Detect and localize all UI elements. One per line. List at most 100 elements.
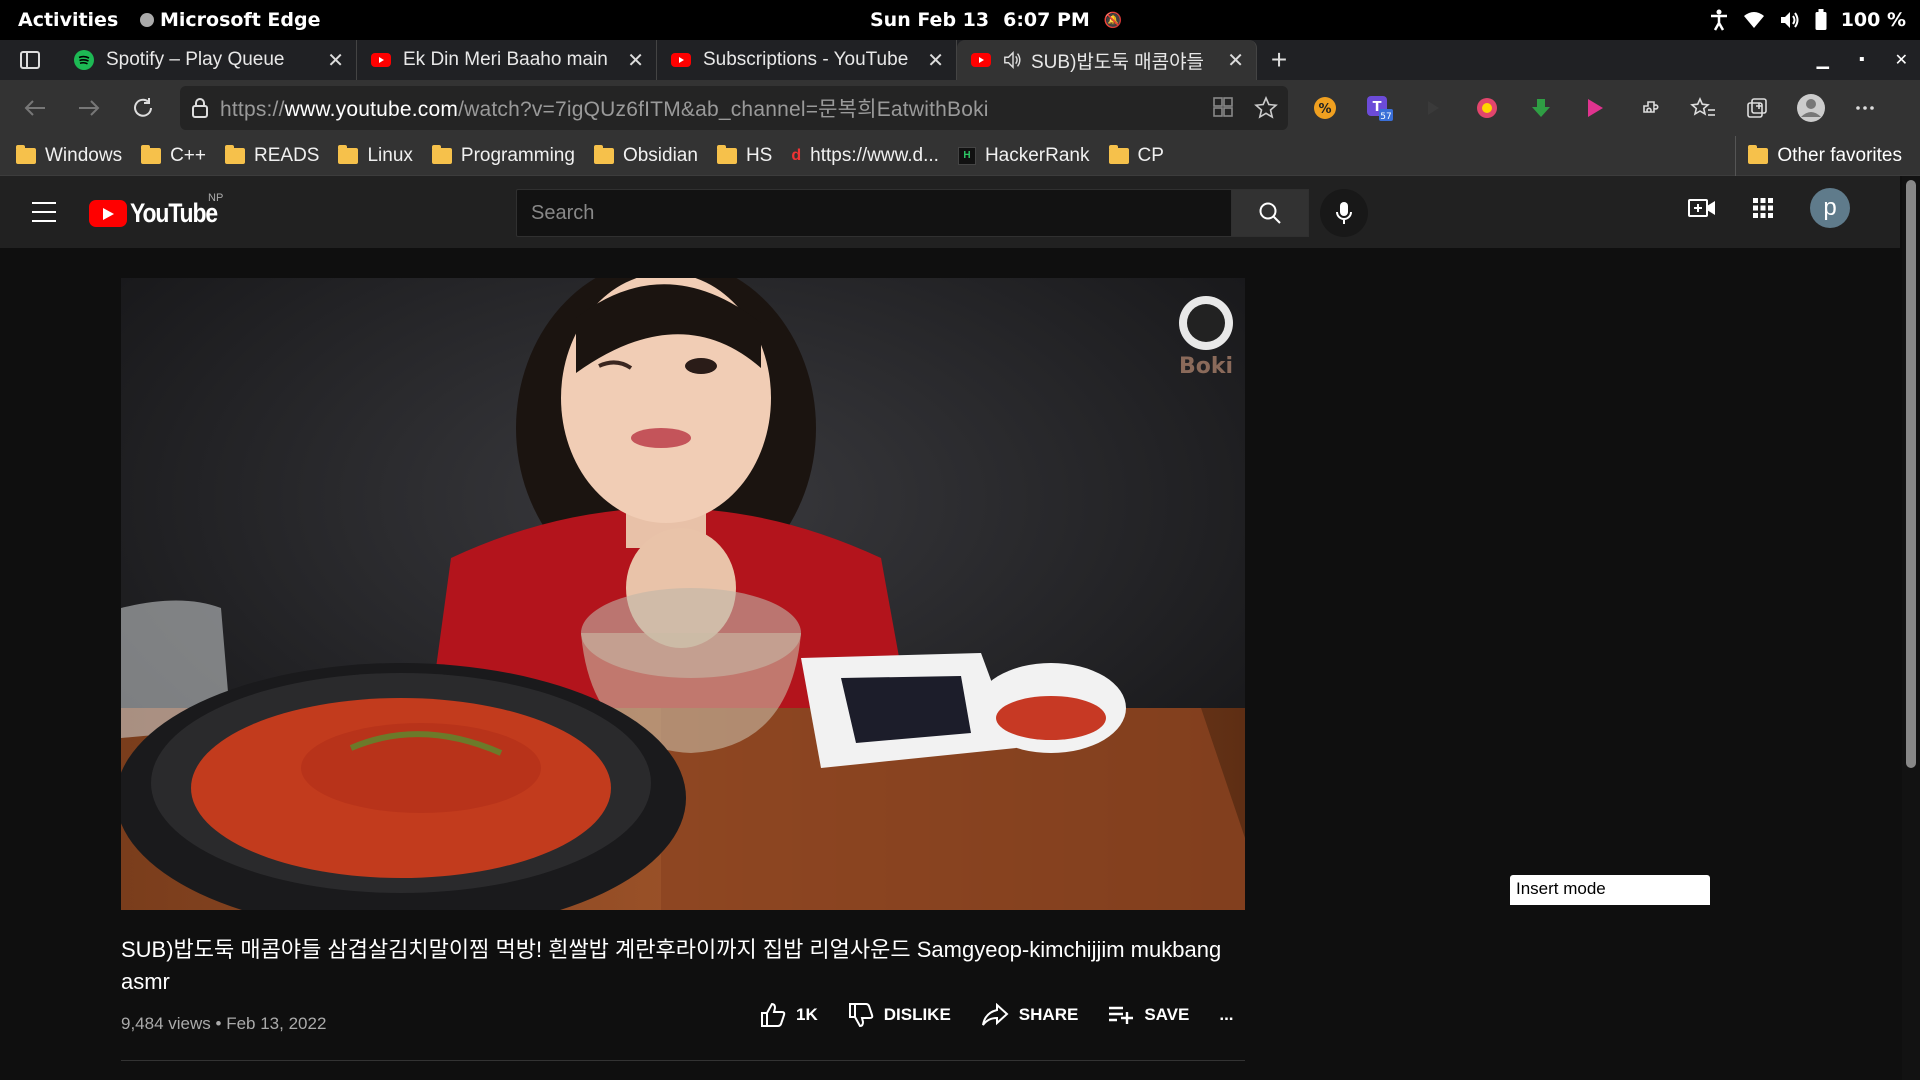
- favorite-folder-hs[interactable]: HS: [716, 144, 772, 167]
- search-icon: [1259, 202, 1281, 224]
- apps-grid-icon[interactable]: [1752, 197, 1774, 219]
- video-player[interactable]: Boki: [121, 278, 1245, 910]
- folder-icon: [1748, 145, 1769, 164]
- tab-title: Ek Din Meri Baaho main: [403, 49, 608, 70]
- search-input[interactable]: Search: [516, 189, 1232, 237]
- dislike-button[interactable]: DISLIKE: [848, 1002, 951, 1028]
- favorite-folder-linux[interactable]: Linux: [338, 144, 413, 167]
- app-name: Microsoft Edge: [160, 9, 321, 31]
- menu-icon[interactable]: [32, 202, 56, 229]
- thumbs-up-icon: [761, 1002, 786, 1027]
- folder-icon: [16, 144, 36, 164]
- tab-actions-button[interactable]: [0, 40, 60, 80]
- favorite-folder-programming[interactable]: Programming: [431, 144, 575, 167]
- hackerrank-icon: H: [957, 146, 976, 165]
- youtube-icon: [371, 50, 391, 70]
- app-menu[interactable]: Microsoft Edge: [140, 9, 321, 31]
- tab-title: Spotify – Play Queue: [106, 49, 285, 70]
- save-button[interactable]: SAVE: [1108, 1004, 1189, 1026]
- tab-spotify[interactable]: Spotify – Play Queue ✕: [60, 40, 357, 80]
- favorite-folder-obsidian[interactable]: Obsidian: [593, 144, 698, 167]
- clock-time: 6:07 PM: [1003, 9, 1090, 31]
- favorite-folder-cpp[interactable]: C++: [141, 144, 206, 167]
- tab-subscriptions[interactable]: Subscriptions - YouTube ✕: [657, 40, 957, 80]
- like-button[interactable]: 1K: [760, 1002, 818, 1028]
- page-scrollbar-track[interactable]: [1902, 176, 1920, 1080]
- youtube-header: YouTube NP Search p: [0, 176, 1900, 248]
- extension-pink-icon[interactable]: [1472, 93, 1502, 123]
- settings-more-icon[interactable]: [1850, 93, 1880, 123]
- svg-text:%: %: [1318, 102, 1331, 117]
- extension-purple-icon[interactable]: T 57: [1364, 93, 1394, 123]
- favorite-link-d[interactable]: d https://www.d...: [791, 145, 939, 167]
- tab-title: SUB)밥도둑 매콤야들: [1031, 51, 1205, 73]
- forward-button[interactable]: [62, 80, 116, 136]
- tab-actions-icon: [20, 51, 40, 69]
- extension-play-icon[interactable]: [1580, 93, 1610, 123]
- video-frame: Boki: [121, 278, 1245, 910]
- folder-icon: [225, 144, 245, 164]
- create-video-icon[interactable]: [1688, 197, 1716, 219]
- share-label: SHARE: [1018, 1005, 1079, 1024]
- more-actions-button[interactable]: ...: [1219, 1005, 1233, 1025]
- minimize-icon[interactable]: ▁: [1817, 50, 1829, 70]
- tab-close-icon[interactable]: ✕: [1227, 48, 1244, 73]
- link-favicon-icon: d: [791, 146, 802, 164]
- voice-search-button[interactable]: [1320, 189, 1368, 237]
- favorite-folder-cp[interactable]: CP: [1108, 144, 1164, 167]
- close-window-icon[interactable]: ✕: [1895, 50, 1908, 70]
- accessibility-icon[interactable]: [1709, 9, 1729, 31]
- other-favorites[interactable]: Other favorites: [1735, 136, 1902, 176]
- account-avatar[interactable]: p: [1810, 188, 1850, 228]
- battery-percent: 100 %: [1840, 9, 1906, 31]
- add-favorite-icon[interactable]: [1254, 96, 1278, 120]
- tab-audio-icon[interactable]: [1003, 50, 1023, 70]
- forward-arrow-icon: [79, 100, 100, 116]
- lock-icon[interactable]: [180, 98, 220, 118]
- activities-button[interactable]: Activities: [18, 9, 118, 31]
- app-available-icon[interactable]: [1212, 96, 1234, 118]
- page-scrollbar-thumb[interactable]: [1906, 180, 1916, 768]
- profile-icon[interactable]: [1796, 93, 1826, 123]
- refresh-button[interactable]: [116, 80, 170, 136]
- notifications-muted-icon: 🔕: [1103, 11, 1123, 29]
- tab-ek-din[interactable]: Ek Din Meri Baaho main ✕: [357, 40, 657, 80]
- extensions-icon[interactable]: [1634, 93, 1664, 123]
- tab-close-icon[interactable]: ✕: [927, 48, 944, 73]
- playlist-add-icon: [1109, 1006, 1134, 1024]
- edge-icon: [140, 13, 154, 27]
- search-button[interactable]: [1231, 189, 1309, 237]
- youtube-logo[interactable]: YouTube NP: [89, 192, 232, 229]
- clock[interactable]: Sun Feb 13 6:07 PM 🔕: [870, 9, 1123, 31]
- favorite-link-hackerrank[interactable]: H HackerRank: [957, 145, 1090, 167]
- like-count: 1K: [796, 1005, 818, 1024]
- extension-dim-icon[interactable]: [1418, 93, 1448, 123]
- back-button[interactable]: [8, 80, 62, 136]
- navigation-bar: https://www.youtube.com/watch?v=7igQUz6f…: [0, 80, 1920, 136]
- battery-icon[interactable]: [1815, 9, 1827, 31]
- wifi-icon[interactable]: [1743, 11, 1765, 29]
- tab-close-icon[interactable]: ✕: [627, 48, 644, 73]
- tab-active-video[interactable]: SUB)밥도둑 매콤야들 ✕: [957, 40, 1257, 80]
- system-tray[interactable]: 100 %: [1709, 9, 1906, 31]
- more-actions-icon: ...: [1219, 1005, 1234, 1024]
- tab-close-icon[interactable]: ✕: [327, 48, 344, 73]
- youtube-wordmark: YouTube: [130, 198, 218, 228]
- favorite-folder-windows[interactable]: Windows: [16, 144, 122, 167]
- new-tab-button[interactable]: +: [1257, 40, 1301, 80]
- favorites-icon[interactable]: [1688, 93, 1718, 123]
- address-bar[interactable]: https://www.youtube.com/watch?v=7igQUz6f…: [180, 86, 1288, 130]
- maximize-icon[interactable]: ▪: [1859, 51, 1865, 69]
- extensions-toolbar: % T 57: [1310, 80, 1880, 136]
- extension-download-icon[interactable]: [1526, 93, 1556, 123]
- favorite-folder-reads[interactable]: READS: [225, 144, 319, 167]
- collections-icon[interactable]: [1742, 93, 1772, 123]
- folder-icon: [1108, 144, 1129, 164]
- view-count: 9,484 views: [121, 1014, 211, 1033]
- header-actions: p: [1688, 188, 1850, 228]
- youtube-icon: [671, 50, 691, 70]
- save-label: SAVE: [1144, 1005, 1190, 1024]
- share-button[interactable]: SHARE: [981, 1003, 1079, 1027]
- extension-orange-icon[interactable]: %: [1310, 93, 1340, 123]
- volume-icon[interactable]: [1779, 10, 1801, 30]
